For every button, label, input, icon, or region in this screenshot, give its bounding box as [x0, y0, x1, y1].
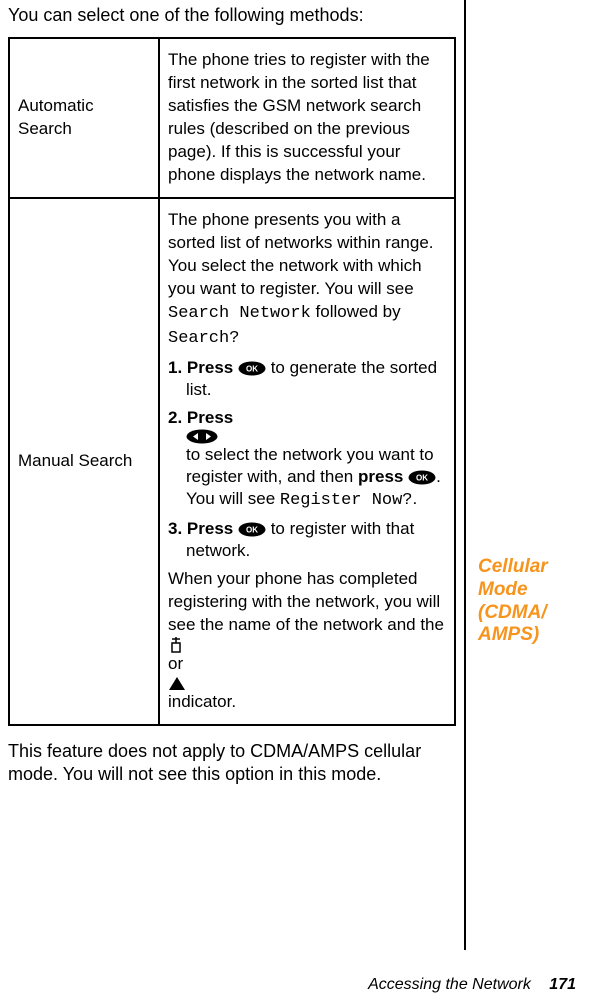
manual-intro-b: followed by	[311, 302, 401, 321]
method-desc-cell: The phone presents you with a sorted lis…	[159, 198, 455, 725]
method-desc-cell: The phone tries to register with the fir…	[159, 38, 455, 198]
table-row: Automatic Search The phone tries to regi…	[9, 38, 455, 198]
main-column: You can select one of the following meth…	[8, 4, 456, 787]
left-right-key-icon	[186, 429, 446, 444]
press-label: Press	[187, 358, 238, 377]
steps-list: 1. Press OK to generate the sorted list.…	[168, 357, 446, 563]
svg-text:OK: OK	[416, 474, 428, 483]
page-footer: Accessing the Network 171	[0, 976, 596, 994]
cdma-note: This feature does not apply to CDMA/AMPS…	[8, 740, 456, 787]
antenna-icon	[168, 637, 446, 653]
svg-text:OK: OK	[246, 364, 258, 373]
lcd-text: Search?	[168, 329, 239, 348]
step-number: 2.	[168, 408, 182, 427]
press-label: press	[358, 467, 408, 486]
side-heading: Cellular Mode (CDMA/ AMPS)	[478, 556, 586, 647]
ok-key-icon: OK	[408, 470, 436, 485]
list-item: 2. Press to select the network you want …	[186, 407, 446, 512]
intro-text: You can select one of the following meth…	[8, 4, 456, 27]
step-number: 3.	[168, 519, 182, 538]
manual-intro-a: The phone presents you with a sorted lis…	[168, 210, 434, 298]
ok-key-icon: OK	[238, 361, 266, 376]
manual-after-a: When your phone has completed registerin…	[168, 569, 444, 634]
list-item: 1. Press OK to generate the sorted list.	[186, 357, 446, 401]
footer-section-title: Accessing the Network	[368, 976, 531, 993]
column-divider	[464, 0, 466, 950]
manual-after-c: indicator.	[168, 692, 236, 711]
svg-text:OK: OK	[246, 526, 258, 535]
step-number: 1.	[168, 358, 182, 377]
triangle-icon	[168, 676, 446, 691]
ok-key-icon: OK	[238, 522, 266, 537]
method-name-cell: Manual Search	[9, 198, 159, 725]
list-item: 3. Press OK to register with that networ…	[186, 518, 446, 562]
page-number: 171	[549, 976, 576, 993]
method-name-cell: Automatic Search	[9, 38, 159, 198]
press-label: Press	[187, 519, 238, 538]
table-row: Manual Search The phone presents you wit…	[9, 198, 455, 725]
step-post3: .	[413, 489, 418, 508]
lcd-text: Register Now?	[280, 491, 413, 510]
methods-table: Automatic Search The phone tries to regi…	[8, 37, 456, 726]
page-171: You can select one of the following meth…	[0, 0, 596, 1004]
press-label: Press	[187, 408, 233, 427]
manual-after-b: or	[168, 654, 183, 673]
lcd-text: Search Network	[168, 304, 311, 323]
